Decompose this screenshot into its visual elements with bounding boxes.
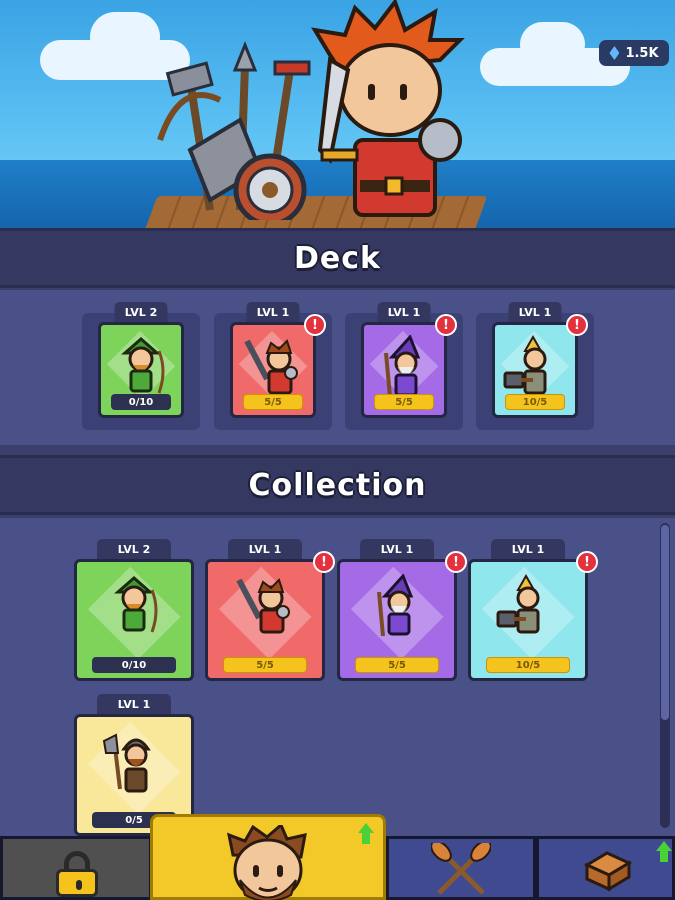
lock-tab[interactable]: [0, 836, 152, 900]
character-card[interactable]: LVL 1 10/5!: [468, 539, 598, 683]
card-level-label: LVL 2: [97, 539, 171, 559]
card-progress: 10/5: [486, 657, 570, 673]
archer-icon: [104, 574, 164, 642]
deck-title: Deck: [294, 240, 381, 276]
card-progress: 5/5: [223, 657, 307, 673]
swordsman-icon: [233, 574, 297, 644]
character-card[interactable]: LVL 2 0/10: [74, 539, 194, 683]
alert-icon: !: [313, 551, 335, 573]
alert-icon: !: [576, 551, 598, 573]
hero-character-icon: [311, 0, 465, 217]
character-card[interactable]: LVL 1 5/5!: [337, 539, 467, 683]
battle-tab[interactable]: [386, 836, 536, 900]
bottom-nav: [0, 814, 675, 900]
card-progress: 0/10: [92, 657, 176, 673]
card-level-label: LVL 1: [246, 302, 300, 322]
collection-header: Collection: [0, 455, 675, 515]
alert-icon: !: [304, 314, 326, 336]
deck-header: Deck: [0, 228, 675, 288]
hero-face-icon: [226, 825, 307, 900]
card-portrait: 0/10: [74, 559, 194, 681]
card-progress: 5/5: [355, 657, 439, 673]
card-level-label: LVL 1: [377, 302, 431, 322]
archer-icon: [111, 335, 171, 403]
card-portrait: 5/5: [205, 559, 325, 681]
viking-axeman-icon: [102, 729, 166, 803]
hammer-warrior-icon: [496, 573, 560, 644]
character-card[interactable]: LVL 1 5/5!: [361, 302, 457, 420]
collection-scrollbar[interactable]: [660, 523, 670, 828]
character-card[interactable]: LVL 1 5/5!: [205, 539, 335, 683]
hero-tab[interactable]: [150, 814, 386, 900]
card-progress: 10/5: [505, 394, 565, 410]
gem-count: 1.5K: [625, 45, 659, 61]
card-portrait: 5/5: [361, 322, 447, 418]
upgrade-arrow-icon: [653, 841, 675, 863]
cloud: [520, 22, 585, 67]
card-portrait: 10/5: [492, 322, 578, 418]
hero-banner: 1.5K: [0, 0, 675, 228]
card-level-label: LVL 1: [360, 539, 434, 559]
lock-icon: [56, 851, 98, 897]
card-progress: 5/5: [374, 394, 434, 410]
card-portrait: 10/5: [468, 559, 588, 681]
character-card[interactable]: LVL 2 0/10: [98, 302, 184, 420]
alert-icon: !: [566, 314, 588, 336]
card-level-label: LVL 1: [508, 302, 562, 322]
card-level-label: LVL 1: [97, 694, 171, 714]
card-portrait: 0/10: [98, 322, 184, 418]
card-level-label: LVL 1: [491, 539, 565, 559]
gem-icon: [609, 46, 620, 60]
crossed-oars-icon: [431, 843, 491, 895]
upgrade-arrow-icon: [355, 823, 377, 845]
card-level-label: LVL 2: [114, 302, 168, 322]
alert-icon: !: [435, 314, 457, 336]
character-card[interactable]: LVL 1 5/5!: [230, 302, 326, 420]
card-progress: 0/10: [111, 394, 171, 410]
gem-counter[interactable]: 1.5K: [599, 40, 669, 66]
treasure-chest-icon: [583, 851, 633, 891]
card-portrait: 5/5: [337, 559, 457, 681]
scrollbar-thumb[interactable]: [661, 525, 669, 720]
card-level-label: LVL 1: [228, 539, 302, 559]
chest-tab[interactable]: [536, 836, 675, 900]
card-progress: 5/5: [243, 394, 303, 410]
character-card[interactable]: LVL 1 10/5!: [492, 302, 588, 420]
alert-icon: !: [445, 551, 467, 573]
card-portrait: 5/5: [230, 322, 316, 418]
wizard-icon: [367, 573, 427, 644]
collection-title: Collection: [248, 467, 427, 503]
